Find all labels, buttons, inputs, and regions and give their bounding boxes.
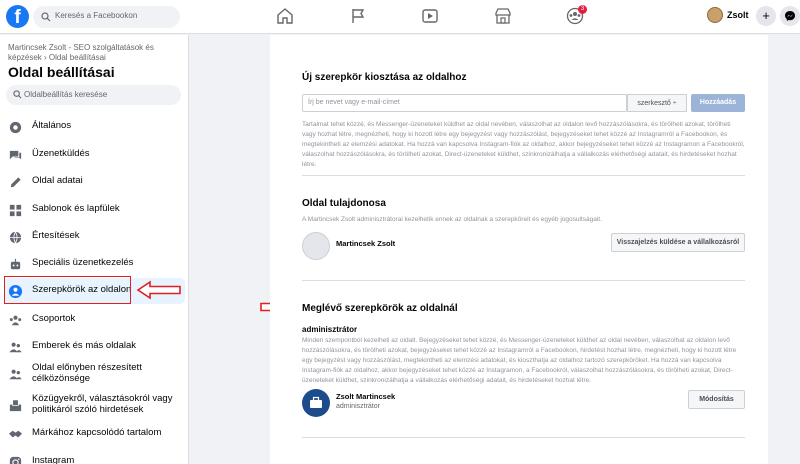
sidebar-item-label: Emberek és más oldalak xyxy=(32,340,137,351)
admin-name[interactable]: Zsolt Martincsek xyxy=(336,392,395,401)
sidebar-item-label: Speciális üzenetkezelés xyxy=(32,257,134,268)
owner-avatar xyxy=(302,232,330,260)
home-icon[interactable] xyxy=(276,7,294,25)
people-icon xyxy=(9,342,22,353)
grid-icon xyxy=(9,204,22,217)
briefcase-icon xyxy=(310,396,322,408)
sidebar-item-label: Márkához kapcsolódó tartalom xyxy=(32,427,162,438)
add-role-button[interactable]: Hozzáadás xyxy=(691,94,745,112)
flag-icon[interactable] xyxy=(349,7,367,25)
edit-role-button[interactable]: Módosítás xyxy=(688,390,745,409)
search-icon xyxy=(13,90,22,99)
admin-role: adminisztrátor xyxy=(336,403,380,410)
sidebar-item-groups[interactable]: Csoportok xyxy=(4,307,185,333)
page-title: Oldal beállításai xyxy=(8,64,115,80)
annotation-arrow-left xyxy=(136,280,181,300)
role-name-email-input[interactable]: Írj be nevet vagy e-mail-címet xyxy=(302,94,627,112)
sidebar-item-label: Csoportok xyxy=(32,313,76,324)
role-description: Tartalmat tehet közzé, és Messenger-üzen… xyxy=(302,121,745,168)
sidebar-item-people-and-pages[interactable]: Emberek és más oldalak xyxy=(4,334,185,360)
settings-search-input[interactable]: Oldalbeállítás keresése xyxy=(6,85,181,105)
sidebar-item-label: Oldal adatai xyxy=(32,175,83,186)
send-feedback-button[interactable]: Visszajelzés küldése a vállalkozásról xyxy=(611,233,745,252)
robot-icon xyxy=(10,258,21,270)
owner-name[interactable]: Martincsek Zsolt xyxy=(336,239,395,248)
messenger-icon xyxy=(785,11,795,21)
admin-avatar xyxy=(302,389,330,417)
sidebar-item-label: Üzenetküldés xyxy=(32,148,90,159)
divider xyxy=(302,437,745,438)
avatar xyxy=(707,7,723,23)
chat-icon xyxy=(9,150,22,160)
sidebar-item-label: Értesítések xyxy=(32,230,80,241)
video-icon[interactable] xyxy=(421,7,439,25)
gear-icon xyxy=(9,121,22,134)
people-icon xyxy=(9,369,22,380)
top-navigation-bar: f Keresés a Facebookon 3 Zsolt + xyxy=(0,0,800,34)
sidebar-item-advanced-messaging[interactable]: Speciális üzenetkezelés xyxy=(4,251,185,277)
role-select-dropdown[interactable]: szerkesztő ÷ xyxy=(627,94,687,112)
divider xyxy=(302,175,745,176)
marketplace-icon[interactable] xyxy=(494,7,512,25)
highlight-box xyxy=(4,276,131,304)
handshake-icon xyxy=(8,430,23,438)
sidebar-item-label: Oldal előnyben részesített célközönsége xyxy=(32,362,142,384)
pencil-icon xyxy=(10,177,21,188)
page-owner-description: A Martincsek Zsolt adminisztrátorai keze… xyxy=(302,216,602,223)
sidebar-item-general[interactable]: Általános xyxy=(4,114,185,140)
ballot-icon xyxy=(9,399,22,412)
breadcrumb[interactable]: Martincsek Zsolt - SEO szolgáltatások és… xyxy=(8,43,184,63)
sidebar-item-page-info[interactable]: Oldal adatai xyxy=(4,169,185,195)
sidebar-item-preferred-audience[interactable]: Oldal előnyben részesített célközönsége xyxy=(4,361,185,387)
sidebar-item-label: Instagram xyxy=(32,455,75,464)
sidebar-item-label: Általános xyxy=(32,120,72,131)
page-roles-panel: Új szerepkör kiosztása az oldalhoz Írj b… xyxy=(270,35,768,464)
sidebar-item-branded-content[interactable]: Márkához kapcsolódó tartalom xyxy=(4,421,185,447)
search-icon xyxy=(41,12,51,22)
messenger-button[interactable] xyxy=(780,6,800,26)
settings-search-placeholder: Oldalbeállítás keresése xyxy=(24,90,108,99)
profile-name: Zsolt xyxy=(727,10,749,20)
group-icon xyxy=(9,315,22,326)
sidebar-item-templates-tabs[interactable]: Sablonok és lapfülek xyxy=(4,197,185,223)
sidebar-item-political-ads[interactable]: Közügyekről, választásokról vagy politik… xyxy=(4,392,185,418)
assign-role-title: Új szerepkör kiosztása az oldalhoz xyxy=(302,72,467,83)
sidebar-item-label: Sablonok és lapfülek xyxy=(32,203,120,214)
search-placeholder: Keresés a Facebookon xyxy=(55,11,138,20)
sidebar-item-instagram[interactable]: Instagram xyxy=(4,449,185,464)
search-input[interactable]: Keresés a Facebookon xyxy=(33,6,180,28)
role-input-placeholder: Írj be nevet vagy e-mail-címet xyxy=(308,99,400,106)
admin-role-label: adminisztrátor xyxy=(302,325,358,334)
globe-icon xyxy=(9,231,22,244)
admin-role-description: Minden szempontból kezelheti az oldalt. … xyxy=(302,337,737,384)
page-scrollbar[interactable] xyxy=(792,35,800,464)
sidebar-item-label: Közügyekről, választásokról vagy politik… xyxy=(32,393,173,415)
sidebar-item-notifications[interactable]: Értesítések xyxy=(4,224,185,250)
create-button[interactable]: + xyxy=(756,6,776,26)
settings-sidebar: Martincsek Zsolt - SEO szolgáltatások és… xyxy=(0,35,189,464)
divider xyxy=(302,280,745,281)
page-owner-title: Oldal tulajdonosa xyxy=(302,198,386,209)
existing-roles-title: Meglévő szerepkörök az oldalnál xyxy=(302,303,458,314)
sidebar-item-messaging[interactable]: Üzenetküldés xyxy=(4,142,185,168)
instagram-icon xyxy=(9,456,22,464)
facebook-logo[interactable]: f xyxy=(6,5,29,28)
notification-badge: 3 xyxy=(578,5,587,14)
